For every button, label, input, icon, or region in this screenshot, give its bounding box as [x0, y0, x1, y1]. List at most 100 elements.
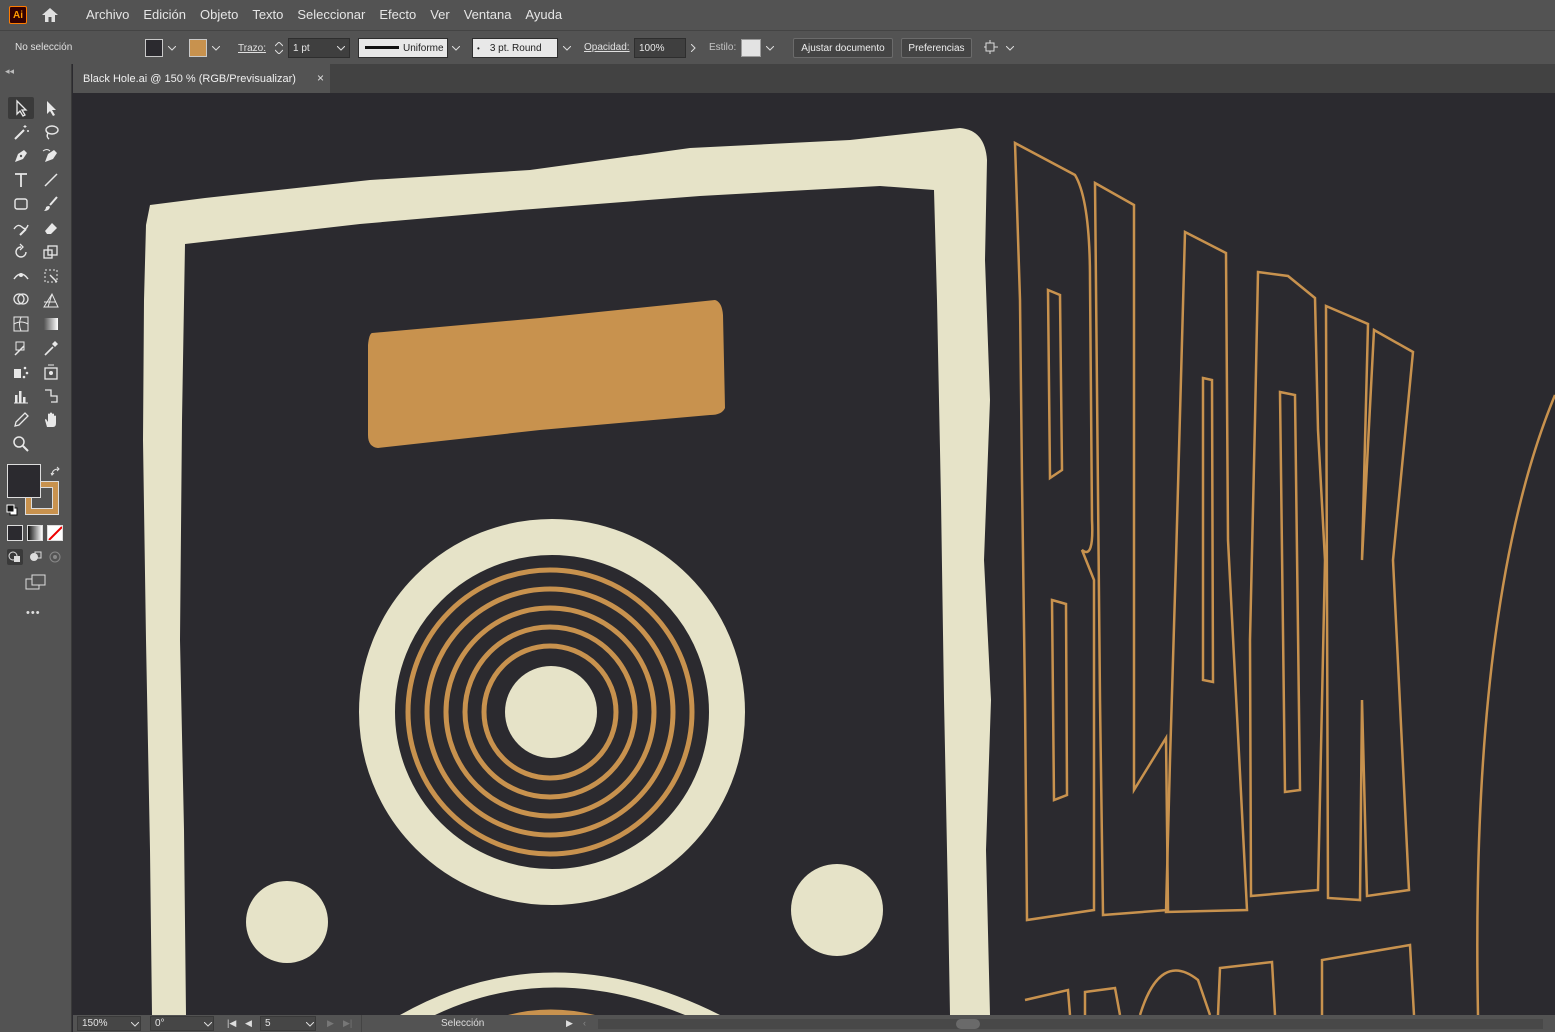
- zoom-tool-icon[interactable]: [8, 433, 34, 455]
- hand-tool-icon[interactable]: [38, 409, 64, 431]
- menu-efecto[interactable]: Efecto: [372, 0, 423, 30]
- style-chevron-icon[interactable]: [763, 38, 777, 58]
- letter-e-partial: [1320, 943, 1416, 1015]
- horizontal-scrollbar[interactable]: [598, 1019, 1543, 1029]
- mesh-tool-icon[interactable]: [8, 313, 34, 335]
- shaper-tool-icon[interactable]: [8, 217, 34, 239]
- type-tool-icon[interactable]: [8, 169, 34, 191]
- pencil-tool-icon[interactable]: [8, 409, 34, 431]
- menu-seleccionar[interactable]: Seleccionar: [290, 0, 372, 30]
- lasso-tool-icon[interactable]: [38, 121, 64, 143]
- gradient-mode-icon[interactable]: [27, 525, 43, 541]
- symbol-sprayer-tool-icon[interactable]: [8, 361, 34, 383]
- canvas[interactable]: [73, 93, 1555, 1015]
- line-segment-tool-icon[interactable]: [38, 169, 64, 191]
- profile-chevron-icon[interactable]: [449, 38, 463, 58]
- last-artboard-icon[interactable]: ▶|: [343, 1018, 352, 1029]
- preferences-button[interactable]: Preferencias: [901, 38, 972, 58]
- letter-b: [1013, 140, 1096, 922]
- draw-behind-icon[interactable]: [27, 549, 43, 565]
- menu-objeto[interactable]: Objeto: [193, 0, 245, 30]
- paintbrush-tool-icon[interactable]: [38, 193, 64, 215]
- menu-ventana[interactable]: Ventana: [457, 0, 519, 30]
- width-tool-icon[interactable]: [8, 265, 34, 287]
- rectangle-tool-icon[interactable]: [8, 193, 34, 215]
- artboard-chevron-icon[interactable]: [305, 1019, 315, 1030]
- opacity-input[interactable]: 100%: [634, 38, 686, 58]
- circle-outline-arc: [1476, 394, 1555, 1015]
- none-mode-icon[interactable]: [47, 525, 63, 541]
- stroke-weight-chevron-icon[interactable]: [334, 38, 348, 58]
- menu-ver[interactable]: Ver: [423, 0, 457, 30]
- fill-color-box[interactable]: [7, 464, 41, 498]
- opacity-label[interactable]: Opacidad:: [584, 42, 630, 53]
- menu-texto[interactable]: Texto: [245, 0, 290, 30]
- selection-tool-icon[interactable]: [8, 97, 34, 119]
- gradient-tool-icon[interactable]: [38, 313, 64, 335]
- stroke-stepper-icon[interactable]: [272, 38, 286, 58]
- fill-dropdown-chevron-icon[interactable]: [165, 38, 179, 58]
- stroke-swatch[interactable]: [189, 39, 207, 57]
- artboard-tool-icon[interactable]: [38, 361, 64, 383]
- eyedropper-blend-tool-icon[interactable]: [8, 337, 34, 359]
- stroke-label[interactable]: Trazo:: [238, 43, 266, 54]
- default-colors-icon[interactable]: [6, 503, 18, 516]
- zoom-chevron-icon[interactable]: [130, 1019, 140, 1030]
- line-profile-icon: [365, 46, 399, 49]
- free-transform-tool-icon[interactable]: [38, 265, 64, 287]
- home-icon[interactable]: [39, 4, 61, 26]
- magic-wand-tool-icon[interactable]: [8, 121, 34, 143]
- perspective-grid-tool-icon[interactable]: [38, 289, 64, 311]
- menu-bar: Ai Archivo Edición Objeto Texto Seleccio…: [0, 0, 1555, 30]
- edit-toolbar-icon[interactable]: •••: [26, 607, 41, 619]
- letter-k: [1324, 304, 1415, 902]
- right-tweeter: [791, 864, 883, 956]
- column-graph-tool-icon[interactable]: [8, 385, 34, 407]
- tab-black-hole[interactable]: Black Hole.ai @ 150 % (RGB/Previsualizar…: [73, 64, 330, 93]
- eyedropper-tool-icon[interactable]: [38, 337, 64, 359]
- style-label: Estilo:: [709, 42, 737, 53]
- scale-tool-icon[interactable]: [38, 241, 64, 263]
- menu-ayuda[interactable]: Ayuda: [518, 0, 569, 30]
- document-setup-button[interactable]: Ajustar documento: [793, 38, 893, 58]
- letter-l: [1093, 180, 1170, 917]
- shape-builder-tool-icon[interactable]: [8, 289, 34, 311]
- scrollbar-thumb[interactable]: [956, 1019, 980, 1029]
- letter-l-partial: [1216, 960, 1277, 1015]
- first-artboard-icon[interactable]: |◀: [227, 1018, 236, 1029]
- next-artboard-icon[interactable]: ▶: [327, 1018, 334, 1029]
- brush-dot-icon: •: [477, 43, 480, 53]
- rotation-value: 0°: [155, 1018, 165, 1029]
- swap-fill-stroke-icon[interactable]: [50, 465, 62, 477]
- menu-archivo[interactable]: Archivo: [79, 0, 136, 30]
- status-menu-arrow-icon[interactable]: ▶: [566, 1018, 573, 1029]
- rotate-tool-icon[interactable]: [8, 241, 34, 263]
- graphic-style-swatch[interactable]: [741, 39, 761, 57]
- curvature-tool-icon[interactable]: [38, 145, 64, 167]
- direct-selection-tool-icon[interactable]: [38, 97, 64, 119]
- slice-tool-icon[interactable]: [38, 385, 64, 407]
- draw-normal-icon[interactable]: [7, 549, 23, 565]
- stroke-dropdown-chevron-icon[interactable]: [209, 38, 223, 58]
- draw-inside-icon[interactable]: [47, 549, 63, 565]
- collapse-panel-icon[interactable]: ◂◂: [5, 66, 14, 77]
- close-tab-icon[interactable]: ×: [317, 71, 324, 85]
- profile-value: Uniforme: [403, 42, 444, 54]
- woofer-dust-cap: [505, 666, 597, 758]
- color-mode-icon[interactable]: [7, 525, 23, 541]
- pen-tool-icon[interactable]: [8, 145, 34, 167]
- arrange-chevron-icon[interactable]: [1003, 38, 1017, 58]
- letter-a: [1164, 229, 1249, 914]
- menu-edicion[interactable]: Edición: [136, 0, 193, 30]
- previous-artboard-icon[interactable]: ◀: [245, 1018, 252, 1029]
- arrange-documents-icon[interactable]: [984, 40, 1000, 56]
- variable-width-profile-select[interactable]: Uniforme: [358, 38, 448, 58]
- scroll-left-icon[interactable]: ‹: [583, 1018, 586, 1028]
- rotation-chevron-icon[interactable]: [203, 1019, 213, 1030]
- brush-chevron-icon[interactable]: [560, 38, 574, 58]
- brush-definition-select[interactable]: • 3 pt. Round: [472, 38, 558, 58]
- eraser-tool-icon[interactable]: [38, 217, 64, 239]
- screen-mode-icon[interactable]: [25, 574, 47, 592]
- fill-swatch[interactable]: [145, 39, 163, 57]
- opacity-chevron-right-icon[interactable]: [686, 38, 700, 58]
